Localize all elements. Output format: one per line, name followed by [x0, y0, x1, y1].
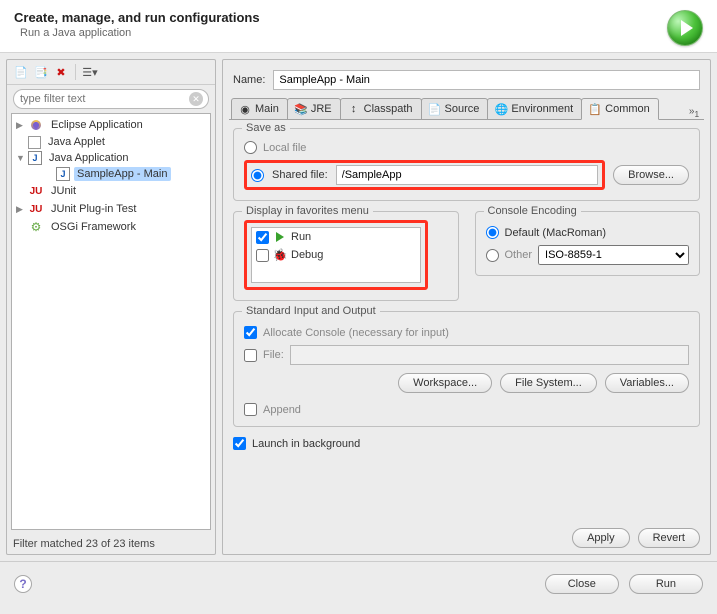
dialog-header: Create, manage, and run configurations R…	[0, 0, 717, 53]
launch-background-checkbox[interactable]	[233, 437, 246, 450]
java-icon: J	[28, 151, 42, 165]
run-banner-icon	[667, 10, 703, 46]
help-icon[interactable]: ?	[14, 575, 32, 593]
junit-icon: JU	[28, 183, 44, 199]
revert-button[interactable]: Revert	[638, 528, 700, 548]
favorites-title: Display in favorites menu	[242, 205, 373, 217]
tree-item-junit-plugin[interactable]: ▶ JU JUnit Plug-in Test	[12, 200, 210, 218]
save-as-group: Save as Local file Shared file: Browse..…	[233, 128, 700, 201]
encoding-title: Console Encoding	[484, 205, 581, 217]
tab-jre[interactable]: 📚JRE	[287, 98, 341, 119]
encoding-default-label: Default (MacRoman)	[505, 227, 606, 239]
allocate-console-label: Allocate Console (necessary for input)	[263, 327, 449, 339]
favorite-debug[interactable]: 🐞 Debug	[252, 246, 420, 264]
io-group: Standard Input and Output Allocate Conso…	[233, 311, 700, 427]
dialog-title: Create, manage, and run configurations	[14, 10, 260, 25]
main-tab-icon: ◉	[238, 102, 252, 116]
tabs-overflow-button[interactable]: »1	[684, 106, 704, 119]
jre-tab-icon: 📚	[294, 102, 308, 116]
variables-button[interactable]: Variables...	[605, 373, 689, 393]
dialog-footer: ? Close Run	[0, 561, 717, 606]
local-file-label: Local file	[263, 142, 306, 154]
configurations-panel: 📄 📑 ✖ ☰▾ ✕ ▶ Eclipse Application Java Ap…	[6, 59, 216, 555]
file-label: File:	[263, 349, 284, 361]
expand-icon[interactable]: ▶	[16, 120, 26, 131]
encoding-other-radio[interactable]	[486, 249, 499, 262]
filter-input[interactable]	[13, 89, 209, 109]
filesystem-button[interactable]: File System...	[500, 373, 597, 393]
encoding-other-label: Other	[505, 249, 533, 261]
tab-main[interactable]: ◉Main	[231, 98, 288, 119]
eclipse-icon	[28, 117, 44, 133]
osgi-icon: ⚙	[28, 219, 44, 235]
tab-classpath[interactable]: ↕Classpath	[340, 98, 422, 119]
tree-item-osgi[interactable]: ⚙ OSGi Framework	[12, 218, 210, 236]
tab-source[interactable]: 📄Source	[421, 98, 489, 119]
dialog-subtitle: Run a Java application	[20, 27, 260, 39]
append-checkbox[interactable]	[244, 403, 257, 416]
name-label: Name:	[233, 74, 265, 86]
local-file-radio[interactable]	[244, 141, 257, 154]
close-button[interactable]: Close	[545, 574, 619, 594]
favorite-run[interactable]: Run	[252, 228, 420, 246]
filter-icon[interactable]: ☰▾	[82, 64, 98, 80]
shared-file-input[interactable]	[336, 165, 598, 185]
config-detail-panel: Name: ◉Main 📚JRE ↕Classpath 📄Source 🌐Env…	[222, 59, 711, 555]
tab-environment[interactable]: 🌐Environment	[487, 98, 582, 119]
name-input[interactable]	[273, 70, 700, 90]
launch-background-label: Launch in background	[252, 438, 360, 450]
tab-common-content: Save as Local file Shared file: Browse..…	[229, 120, 704, 522]
collapse-icon[interactable]: ▼	[16, 153, 26, 163]
junit-plugin-icon: JU	[28, 201, 44, 217]
append-label: Append	[263, 404, 301, 416]
clear-filter-icon[interactable]: ✕	[189, 92, 203, 106]
encoding-default-radio[interactable]	[486, 226, 499, 239]
save-as-title: Save as	[242, 122, 290, 134]
config-tabs: ◉Main 📚JRE ↕Classpath 📄Source 🌐Environme…	[229, 98, 704, 120]
tree-item-eclipse-application[interactable]: ▶ Eclipse Application	[12, 116, 210, 134]
file-input[interactable]	[290, 345, 689, 365]
source-tab-icon: 📄	[428, 102, 442, 116]
play-icon	[273, 230, 287, 244]
new-config-icon[interactable]: 📄	[13, 64, 29, 80]
config-toolbar: 📄 📑 ✖ ☰▾	[7, 60, 215, 85]
browse-button[interactable]: Browse...	[613, 165, 689, 185]
encoding-group: Console Encoding Default (MacRoman) Othe…	[475, 211, 701, 276]
tree-item-junit[interactable]: JU JUnit	[12, 182, 210, 200]
filter-status: Filter matched 23 of 23 items	[7, 534, 215, 554]
shared-file-radio[interactable]	[251, 169, 264, 182]
tree-item-java-application[interactable]: ▼ J Java Application	[12, 150, 210, 166]
common-tab-icon: 📋	[588, 102, 602, 116]
applet-icon	[28, 136, 41, 149]
favorite-run-checkbox[interactable]	[256, 231, 269, 244]
encoding-other-select[interactable]: ISO-8859-1	[538, 245, 689, 265]
run-button[interactable]: Run	[629, 574, 703, 594]
config-tree[interactable]: ▶ Eclipse Application Java Applet ▼ J Ja…	[11, 113, 211, 530]
allocate-console-checkbox[interactable]	[244, 326, 257, 339]
tree-item-java-applet[interactable]: Java Applet	[12, 134, 210, 150]
file-checkbox[interactable]	[244, 349, 257, 362]
io-title: Standard Input and Output	[242, 305, 380, 317]
workspace-button[interactable]: Workspace...	[398, 373, 492, 393]
duplicate-config-icon[interactable]: 📑	[33, 64, 49, 80]
expand-icon[interactable]: ▶	[16, 204, 26, 215]
tree-item-sampleapp-main[interactable]: J SampleApp - Main	[12, 166, 210, 182]
classpath-tab-icon: ↕	[347, 102, 361, 116]
shared-file-label: Shared file:	[272, 169, 328, 181]
favorite-debug-checkbox[interactable]	[256, 249, 269, 262]
environment-tab-icon: 🌐	[494, 102, 508, 116]
favorites-group: Display in favorites menu Run 🐞	[233, 211, 459, 301]
favorites-list: Run 🐞 Debug	[251, 227, 421, 283]
bug-icon: 🐞	[273, 248, 287, 262]
tab-common[interactable]: 📋Common	[581, 98, 659, 120]
delete-config-icon[interactable]: ✖	[53, 64, 69, 80]
java-icon: J	[56, 167, 70, 181]
apply-button[interactable]: Apply	[572, 528, 630, 548]
